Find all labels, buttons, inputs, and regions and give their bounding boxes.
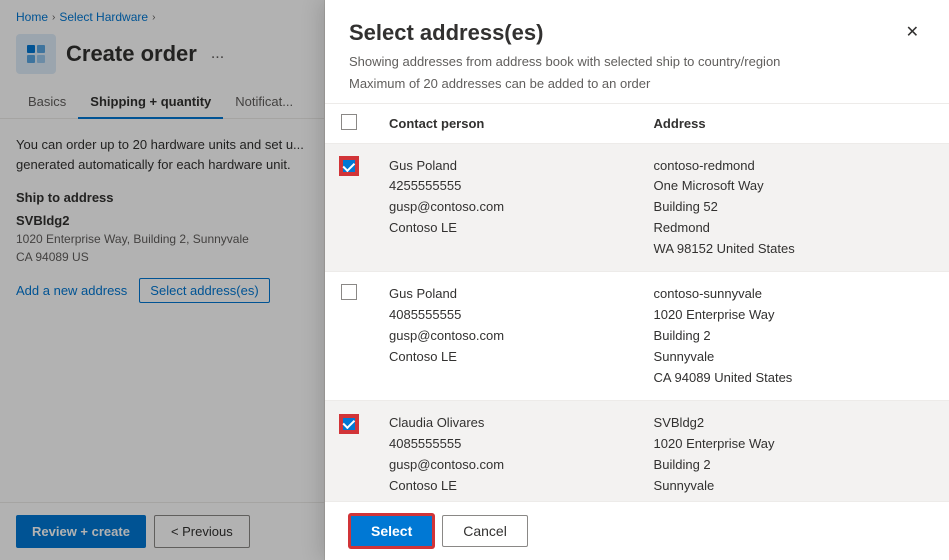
row2-contact: Gus Poland 4085555555 gusp@contoso.com C…	[373, 272, 638, 401]
row1-phone: 4255555555	[389, 176, 622, 197]
address-header: Address	[638, 104, 949, 144]
cancel-button[interactable]: Cancel	[442, 515, 528, 547]
row3-company: Contoso LE	[389, 476, 622, 497]
row1-addr-city: Redmond	[654, 218, 933, 239]
row3-checkbox[interactable]	[341, 416, 357, 432]
modal-subtitle2: Maximum of 20 addresses can be added to …	[349, 76, 780, 91]
modal-subtitle1: Showing addresses from address book with…	[349, 52, 780, 72]
row1-contact: Gus Poland 4255555555 gusp@contoso.com C…	[373, 143, 638, 272]
row3-phone: 4085555555	[389, 434, 622, 455]
modal-close-button[interactable]: ✕	[900, 20, 925, 44]
row2-address: contoso-sunnyvale 1020 Enterprise Way Bu…	[638, 272, 949, 401]
modal-title: Select address(es)	[349, 20, 780, 46]
row1-checkbox[interactable]	[341, 158, 357, 174]
row3-addr-line2: Building 2	[654, 455, 933, 476]
table-row: Claudia Olivares 4085555555 gusp@contoso…	[325, 401, 949, 501]
row3-email: gusp@contoso.com	[389, 455, 622, 476]
row3-addr-site: SVBldg2	[654, 413, 933, 434]
row2-email: gusp@contoso.com	[389, 326, 622, 347]
row3-contact: Claudia Olivares 4085555555 gusp@contoso…	[373, 401, 638, 501]
row1-checkbox-cell	[325, 143, 373, 272]
row2-addr-line2: Building 2	[654, 326, 933, 347]
row2-addr-zip: CA 94089 United States	[654, 368, 933, 389]
row1-email: gusp@contoso.com	[389, 197, 622, 218]
row2-checkbox-cell	[325, 272, 373, 401]
select-all-header	[325, 104, 373, 144]
select-addresses-modal: Select address(es) Showing addresses fro…	[325, 0, 949, 560]
row3-address: SVBldg2 1020 Enterprise Way Building 2 S…	[638, 401, 949, 501]
modal-body: Contact person Address Gus Poland 425555…	[325, 104, 949, 502]
row1-name: Gus Poland	[389, 156, 622, 177]
row2-phone: 4085555555	[389, 305, 622, 326]
contact-person-header: Contact person	[373, 104, 638, 144]
row2-checkbox[interactable]	[341, 284, 357, 300]
row3-addr-city: Sunnyvale	[654, 476, 933, 497]
table-row: Gus Poland 4255555555 gusp@contoso.com C…	[325, 143, 949, 272]
row2-addr-city: Sunnyvale	[654, 347, 933, 368]
row3-addr-line1: 1020 Enterprise Way	[654, 434, 933, 455]
row3-name: Claudia Olivares	[389, 413, 622, 434]
modal-footer: Select Cancel	[325, 501, 949, 560]
modal-header: Select address(es) Showing addresses fro…	[325, 0, 949, 104]
table-row: Gus Poland 4085555555 gusp@contoso.com C…	[325, 272, 949, 401]
row1-addr-site: contoso-redmond	[654, 156, 933, 177]
select-button[interactable]: Select	[349, 514, 434, 548]
row1-address: contoso-redmond One Microsoft Way Buildi…	[638, 143, 949, 272]
modal-header-content: Select address(es) Showing addresses fro…	[349, 20, 780, 91]
row2-addr-line1: 1020 Enterprise Way	[654, 305, 933, 326]
row1-addr-line2: Building 52	[654, 197, 933, 218]
row2-addr-site: contoso-sunnyvale	[654, 284, 933, 305]
row2-name: Gus Poland	[389, 284, 622, 305]
select-all-checkbox[interactable]	[341, 114, 357, 130]
row2-company: Contoso LE	[389, 347, 622, 368]
row3-checkbox-cell	[325, 401, 373, 501]
row1-addr-line1: One Microsoft Way	[654, 176, 933, 197]
address-table: Contact person Address Gus Poland 425555…	[325, 104, 949, 502]
row1-addr-zip: WA 98152 United States	[654, 239, 933, 260]
row1-company: Contoso LE	[389, 218, 622, 239]
